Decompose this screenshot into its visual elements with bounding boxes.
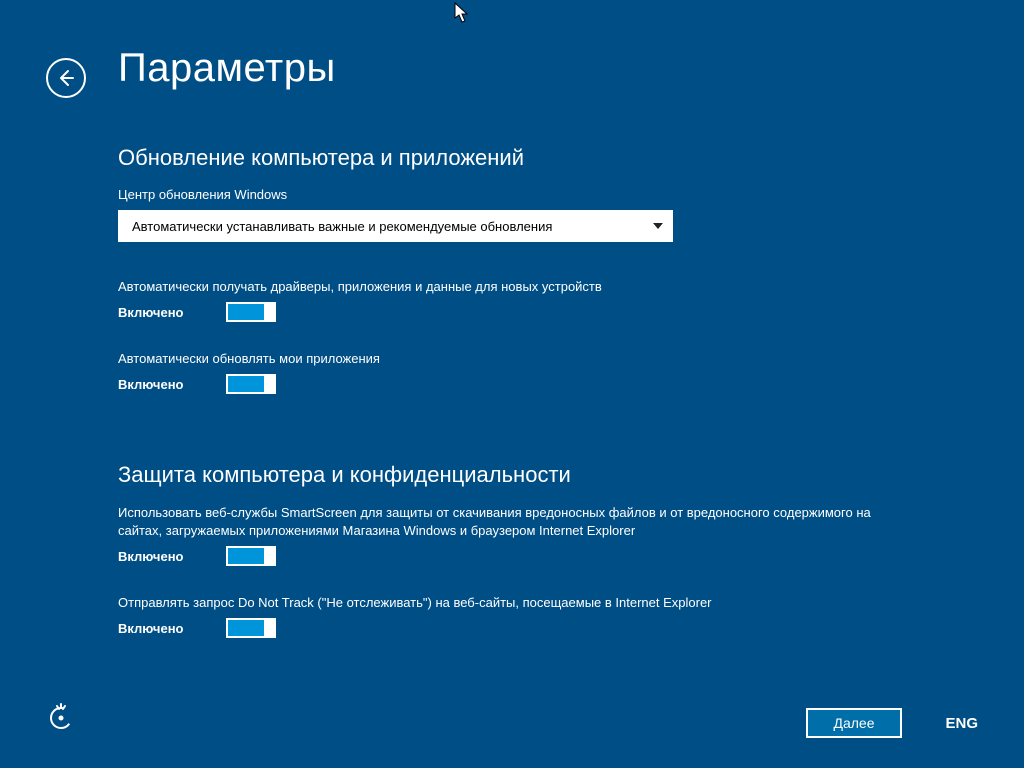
language-indicator[interactable]: ENG [945, 708, 978, 738]
next-button-label: Далее [833, 715, 874, 731]
windows-update-label: Центр обновления Windows [118, 187, 908, 202]
toggle-state-label: Включено [118, 621, 198, 636]
toggle-state-label: Включено [118, 549, 198, 564]
dropdown-selected-value: Автоматически устанавливать важные и рек… [132, 219, 552, 234]
option-description: Автоматически получать драйверы, приложе… [118, 278, 908, 296]
next-button[interactable]: Далее [806, 708, 902, 738]
windows-update-dropdown[interactable]: Автоматически устанавливать важные и рек… [118, 210, 673, 242]
back-button[interactable] [46, 58, 86, 98]
option-description: Использовать веб-службы SmartScreen для … [118, 504, 908, 540]
section-update-heading: Обновление компьютера и приложений [118, 145, 908, 171]
arrow-left-icon [56, 68, 76, 88]
toggle-knob [264, 302, 276, 322]
option-auto-update-apps: Автоматически обновлять мои приложения В… [118, 350, 908, 394]
oobe-settings-screen: Параметры Обновление компьютера и прилож… [0, 0, 1024, 768]
toggle-auto-update-apps[interactable] [226, 374, 276, 394]
option-description: Отправлять запрос Do Not Track ("Не отсл… [118, 594, 908, 612]
option-smartscreen: Использовать веб-службы SmartScreen для … [118, 504, 908, 566]
footer: Далее ENG [0, 698, 1024, 738]
chevron-down-icon [653, 223, 663, 229]
toggle-state-label: Включено [118, 305, 198, 320]
cursor-icon [454, 2, 470, 24]
toggle-knob [264, 546, 276, 566]
toggle-knob [264, 618, 276, 638]
toggle-auto-drivers[interactable] [226, 302, 276, 322]
toggle-knob [264, 374, 276, 394]
option-do-not-track: Отправлять запрос Do Not Track ("Не отсл… [118, 594, 908, 638]
ease-of-access-button[interactable] [46, 703, 76, 738]
option-auto-drivers: Автоматически получать драйверы, приложе… [118, 278, 908, 322]
content-area: Обновление компьютера и приложений Центр… [118, 145, 908, 666]
toggle-state-label: Включено [118, 377, 198, 392]
section-privacy-heading: Защита компьютера и конфиденциальности [118, 462, 908, 488]
ease-of-access-icon [46, 703, 76, 733]
option-description: Автоматически обновлять мои приложения [118, 350, 908, 368]
toggle-do-not-track[interactable] [226, 618, 276, 638]
page-title: Параметры [118, 46, 336, 91]
toggle-smartscreen[interactable] [226, 546, 276, 566]
